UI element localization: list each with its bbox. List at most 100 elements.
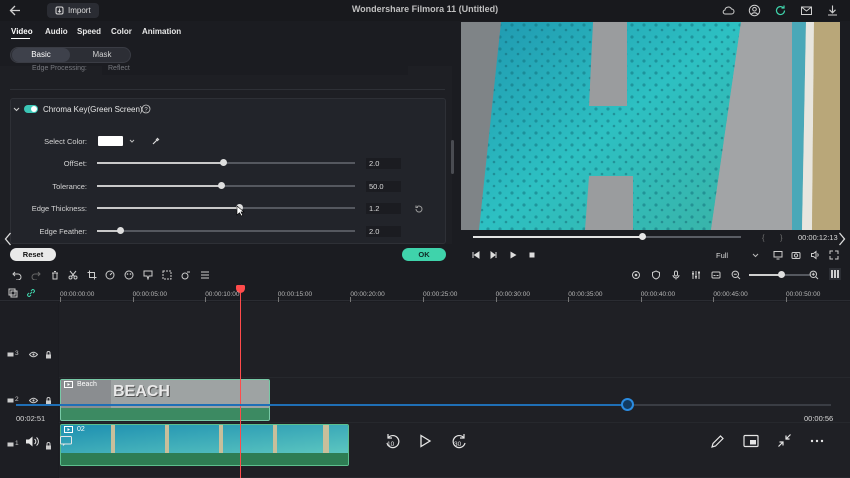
fullscreen-icon[interactable] <box>829 250 839 260</box>
lock-icon[interactable] <box>45 442 52 450</box>
color-swatch[interactable] <box>98 136 123 146</box>
slider-knob-1[interactable] <box>218 182 225 189</box>
ok-button[interactable]: OK <box>402 248 446 261</box>
prev-frame-icon[interactable] <box>471 250 481 260</box>
download-icon[interactable] <box>826 4 839 17</box>
zoom-out-icon[interactable] <box>731 270 741 280</box>
tab-animation[interactable]: Animation <box>142 27 181 36</box>
slider-track-3[interactable] <box>97 230 355 232</box>
reset-button[interactable]: Reset <box>10 248 56 261</box>
slider-fill-2 <box>97 207 239 209</box>
volume-icon[interactable] <box>810 250 820 260</box>
subtitle-icon[interactable] <box>711 270 721 280</box>
add-track-icon[interactable] <box>8 288 18 298</box>
ruler-label: 00:00:45:00 <box>713 291 748 298</box>
mark-out-icon[interactable]: } <box>780 233 783 242</box>
edge-processing-select[interactable]: Reflect <box>102 64 408 75</box>
preview-beach-edge <box>792 22 840 230</box>
clip-02[interactable]: 02 <box>60 424 349 466</box>
shield-icon[interactable] <box>651 270 661 280</box>
ruler-label: 00:00:20:00 <box>350 291 385 298</box>
mark-in-icon[interactable]: { <box>762 233 765 242</box>
motion-icon[interactable] <box>181 270 191 280</box>
slider-value-2[interactable]: 1.2 <box>366 203 401 214</box>
slider-knob-0[interactable] <box>220 159 227 166</box>
picture-in-picture-icon[interactable] <box>743 434 759 448</box>
ruler-tick <box>423 297 424 302</box>
grid-view-icon[interactable] <box>829 268 841 280</box>
slider-fill-0 <box>97 162 223 164</box>
ruler-tick <box>132 297 134 302</box>
render-icon[interactable] <box>631 270 641 280</box>
delete-icon[interactable] <box>50 270 60 280</box>
slider-value-1[interactable]: 50.0 <box>366 181 401 192</box>
tab-video[interactable]: Video <box>11 27 33 36</box>
monitor-icon[interactable] <box>773 250 783 260</box>
back-arrow-icon[interactable] <box>9 4 22 17</box>
captions-icon[interactable] <box>60 436 72 446</box>
segment-mask[interactable]: Mask <box>73 48 131 62</box>
link-icon[interactable] <box>26 288 36 298</box>
preview-progress-knob[interactable] <box>639 233 646 240</box>
stop-icon[interactable] <box>527 250 537 260</box>
account-icon[interactable] <box>748 4 761 17</box>
speed-icon[interactable] <box>105 270 115 280</box>
tab-speed[interactable]: Speed <box>77 27 101 36</box>
edit-pencil-icon[interactable] <box>710 434 725 449</box>
zoom-slider-knob[interactable] <box>778 271 785 278</box>
ruler-tick <box>350 297 352 302</box>
mini-player-progress-rest[interactable] <box>631 404 831 406</box>
lock-icon[interactable] <box>45 351 52 359</box>
crop-icon[interactable] <box>87 270 97 280</box>
collapse-icon[interactable] <box>777 433 792 448</box>
tab-audio[interactable]: Audio <box>45 27 68 36</box>
slider-knob-3[interactable] <box>117 227 124 234</box>
basic-mask-toggle: Basic Mask <box>10 47 131 63</box>
track-3-area[interactable] <box>59 302 850 378</box>
tab-color[interactable]: Color <box>111 27 132 36</box>
ruler-tick <box>713 297 715 302</box>
panel-right-arrow-icon[interactable] <box>838 232 846 246</box>
play-pause-icon[interactable] <box>489 250 499 260</box>
mini-player-progress-fill[interactable] <box>16 404 627 406</box>
segment-basic[interactable]: Basic <box>12 48 70 62</box>
mic-icon[interactable] <box>671 270 681 280</box>
color-icon[interactable] <box>124 270 134 280</box>
cut-icon[interactable] <box>68 270 78 280</box>
chroma-key-toggle[interactable] <box>24 105 38 113</box>
quality-select[interactable]: Full <box>716 251 728 260</box>
play-icon[interactable] <box>508 250 518 260</box>
chevron-down-icon[interactable] <box>752 252 759 259</box>
reset-edge-thickness-icon[interactable] <box>414 204 424 214</box>
eyedropper-icon[interactable] <box>151 136 161 146</box>
import-button[interactable]: Import <box>47 3 99 18</box>
eye-icon[interactable] <box>29 397 38 404</box>
undo-icon[interactable] <box>12 270 22 280</box>
volume-icon[interactable] <box>25 435 40 448</box>
redo-icon[interactable] <box>31 270 41 280</box>
video-preview[interactable] <box>461 22 792 230</box>
zoom-in-icon[interactable] <box>809 270 819 280</box>
panel-scrollbar[interactable] <box>451 140 454 174</box>
playhead-line[interactable] <box>240 285 241 478</box>
slider-value-0[interactable]: 2.0 <box>366 158 401 169</box>
more-icon[interactable] <box>810 439 824 443</box>
chevron-down-icon[interactable] <box>129 138 135 144</box>
chevron-down-icon[interactable] <box>13 106 20 113</box>
clip-beach[interactable]: BEACH Beach <box>60 379 270 421</box>
sync-icon[interactable] <box>774 4 787 17</box>
fit-icon[interactable] <box>162 270 172 280</box>
eye-icon[interactable] <box>29 351 38 358</box>
marker-icon[interactable] <box>143 270 153 280</box>
mixer-icon[interactable] <box>691 270 701 280</box>
slider-value-3[interactable]: 2.0 <box>366 226 401 237</box>
snapshot-icon[interactable] <box>791 250 801 260</box>
clip-beach-label: Beach <box>77 381 97 388</box>
mail-icon[interactable] <box>800 4 813 17</box>
adjust-icon[interactable] <box>200 270 210 280</box>
play-icon[interactable] <box>418 434 432 448</box>
mini-player-knob[interactable] <box>621 398 634 411</box>
cloud-icon[interactable] <box>722 4 735 17</box>
slider-label-1: Tolerance: <box>52 182 87 191</box>
help-icon[interactable]: ? <box>141 104 151 114</box>
